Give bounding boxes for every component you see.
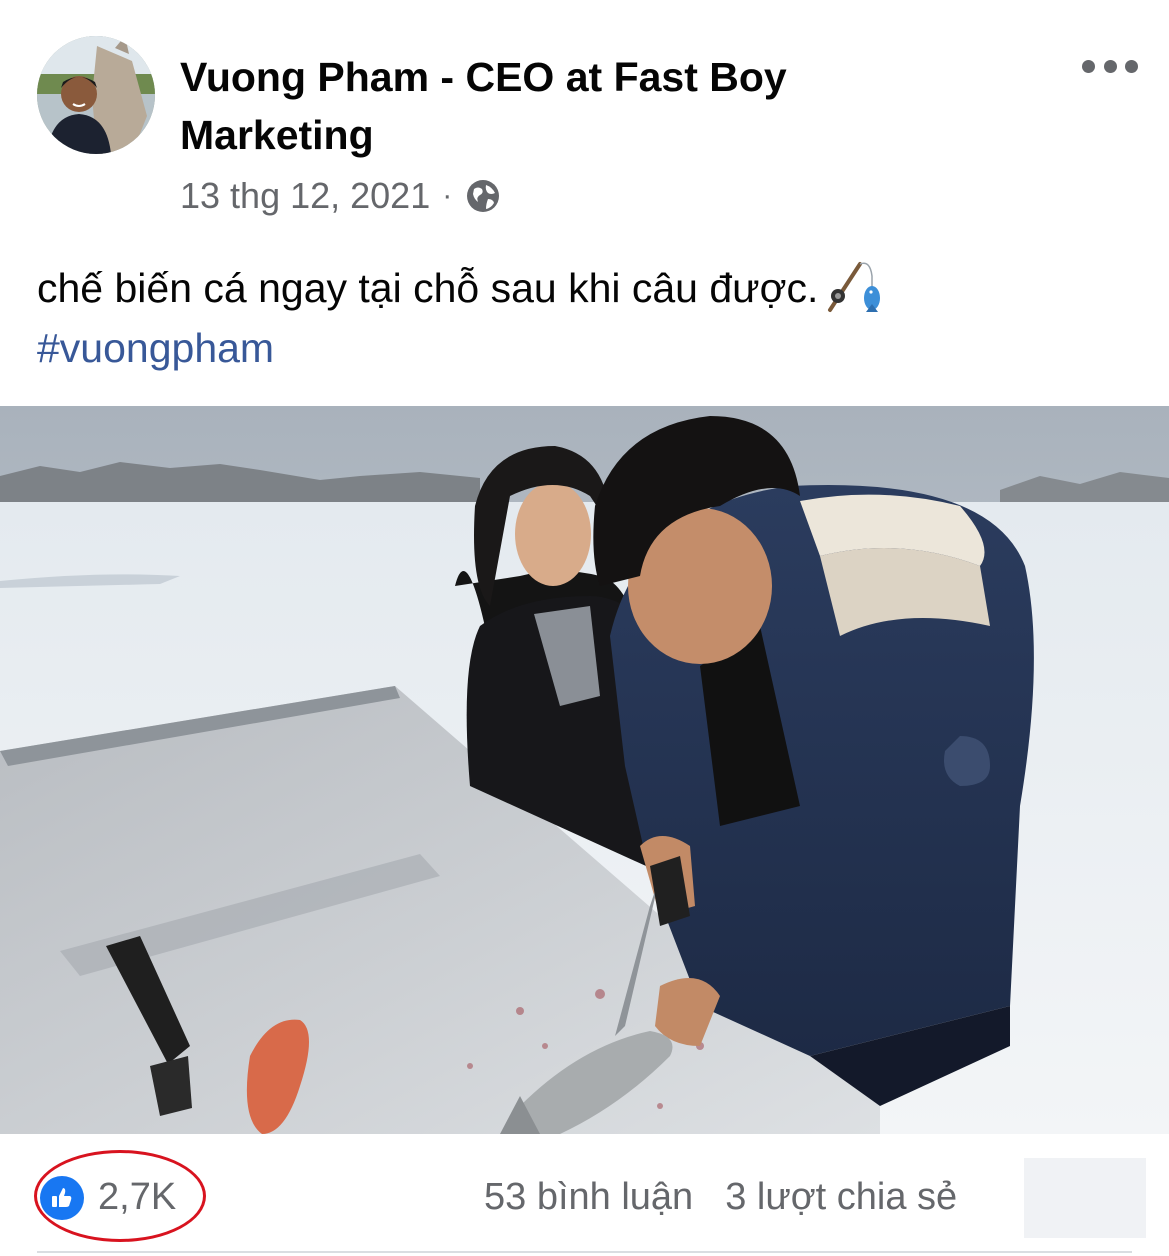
- more-dot: [1082, 59, 1095, 73]
- more-options-icon[interactable]: [1082, 52, 1138, 80]
- post-timestamp[interactable]: 13 thg 12, 2021: [180, 175, 430, 217]
- author-name[interactable]: Vuong Pham - CEO at Fast Boy Marketing: [180, 48, 940, 164]
- post-caption: chế biến cá ngay tại chỗ sau khi câu đượ…: [37, 258, 1137, 378]
- more-dot: [1125, 59, 1138, 73]
- hashtag-link[interactable]: #vuongpham: [37, 318, 1137, 378]
- globe-icon[interactable]: [464, 177, 502, 215]
- more-dot: [1103, 59, 1117, 73]
- like-icon[interactable]: [40, 1176, 84, 1220]
- engagement-stats: 53 bình luận 3 lượt chia sẻ: [484, 1172, 957, 1222]
- redacted-area: [1024, 1158, 1146, 1238]
- post-photo[interactable]: [0, 406, 1169, 1134]
- meta-separator: ·: [442, 179, 453, 212]
- caption-text: chế biến cá ngay tại chỗ sau khi câu đượ…: [37, 265, 819, 311]
- share-count[interactable]: 3 lượt chia sẻ: [725, 1176, 957, 1218]
- footer-divider: [37, 1251, 1132, 1253]
- comment-count[interactable]: 53 bình luận: [484, 1176, 693, 1218]
- post-meta: 13 thg 12, 2021 ·: [180, 172, 502, 220]
- reaction-count[interactable]: 2,7K: [98, 1172, 176, 1222]
- fishing-pole-icon: [828, 262, 881, 312]
- thumbs-up-glyph: [52, 1188, 72, 1207]
- post-header: Vuong Pham - CEO at Fast Boy Marketing 1…: [0, 0, 1169, 230]
- author-avatar[interactable]: [37, 36, 155, 154]
- avatar-photo: [37, 36, 155, 154]
- photo-image: [0, 406, 1169, 1134]
